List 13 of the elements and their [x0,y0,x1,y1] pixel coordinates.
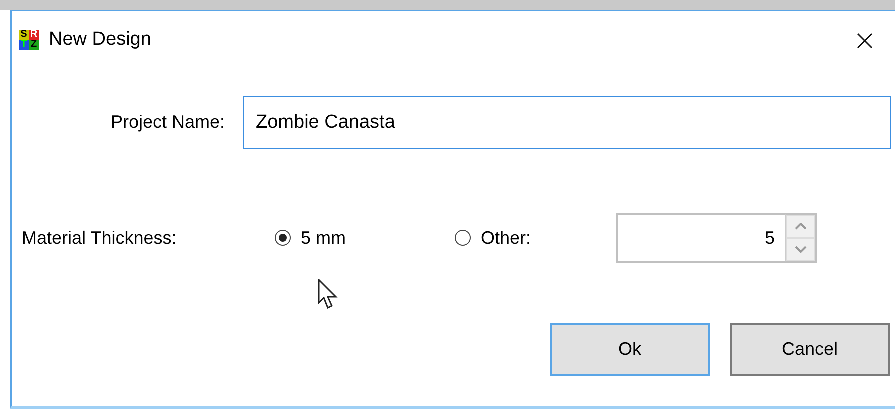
window-title: New Design [49,28,152,52]
close-icon [857,32,873,49]
field-label: Project Name: [110,111,225,134]
radio-option[interactable]: 5 mm [275,224,455,252]
spin-up-button[interactable] [786,215,815,238]
spin-down-button[interactable] [786,238,815,261]
dialog-button[interactable]: Cancel [730,323,890,376]
radio-option[interactable]: Other: [455,224,616,252]
project-name-field[interactable]: Zombie Canasta [243,96,891,149]
field-label: Material Thickness: [22,226,178,250]
number-field[interactable]: 5 [616,213,785,263]
dialog-button[interactable]: Ok [550,323,710,376]
mouse-cursor-icon [318,279,338,311]
